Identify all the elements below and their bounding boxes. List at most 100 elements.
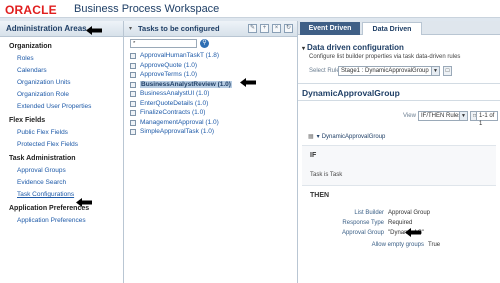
collapse-triangle-icon[interactable]: ▾	[317, 134, 320, 140]
add-icon[interactable]: +	[260, 24, 269, 33]
task-icon	[130, 119, 136, 126]
action-key: List Builder	[354, 210, 384, 216]
action-key: Approval Group	[341, 230, 384, 236]
action-key: Response Type	[342, 220, 384, 226]
data-driven-title-text: Data driven configuration	[307, 43, 404, 52]
tab-event-driven[interactable]: Event Driven	[300, 22, 360, 35]
arrow-pointer-icon	[240, 78, 256, 87]
nav-item-application-preferences[interactable]: Application Preferences	[0, 215, 123, 227]
task-list: ApprovalHumanTaskT (1.8) ApproveQuote (1…	[130, 51, 290, 137]
dropdown-arrow-icon: ▼	[431, 67, 439, 75]
nav-item-evidence-search[interactable]: Evidence Search	[0, 177, 123, 189]
then-block: THEN List Builder Approval Group Respons…	[302, 185, 496, 283]
rule-name: DynamicApprovalGroup	[321, 134, 386, 140]
nav-item-calendars[interactable]: Calendars	[0, 65, 123, 77]
nav-item-extended-user-properties[interactable]: Extended User Properties	[0, 101, 123, 113]
task-label: ApprovalHumanTaskT (1.8)	[140, 52, 219, 59]
task-item-enterquotedetails[interactable]: EnterQuoteDetails (1.0)	[130, 99, 290, 109]
configuration-panel: Event Driven Data Driven ▾ Data driven co…	[298, 21, 500, 283]
nav-item-organization-role[interactable]: Organization Role	[0, 89, 123, 101]
task-icon	[130, 62, 136, 69]
tasks-panel-header: ▾ Tasks to be configured ✎ + × ↻	[124, 21, 297, 37]
task-label: FinalizeContracts (1.0)	[140, 109, 206, 116]
left-panel-header: Administration Areas	[0, 21, 123, 37]
if-keyword: IF	[310, 152, 317, 159]
nav-item-protected-flex-fields[interactable]: Protected Flex Fields	[0, 139, 123, 151]
task-label: ApproveQuote (1.0)	[140, 61, 198, 69]
task-search: ⚲	[130, 39, 280, 49]
if-block: IF Task is Task	[302, 145, 496, 185]
left-panel-title: Administration Areas	[6, 24, 87, 33]
dropdown-arrow-icon: ▼	[459, 112, 467, 120]
divider	[298, 100, 500, 101]
task-item-businessanalystreview[interactable]: BusinessAnalystReview (1.0)	[130, 80, 290, 90]
ruleset-select-value: Stage1 : DynamicApprovalGroup	[341, 68, 429, 74]
task-icon	[130, 129, 136, 135]
nav-item-approval-groups[interactable]: Approval Groups	[0, 165, 123, 177]
task-label: ManagementApproval (1.0)	[140, 118, 219, 126]
arrow-pointer-icon	[405, 228, 421, 237]
ruleset-name: DynamicApprovalGroup	[302, 88, 400, 98]
ruleset-select[interactable]: Stage1 : DynamicApprovalGroup ▼	[338, 66, 440, 76]
action-value: True	[428, 242, 441, 248]
task-item-approvalhumantaskt[interactable]: ApprovalHumanTaskT (1.8)	[130, 51, 290, 61]
data-driven-subtitle: Configure list builder properties via ta…	[309, 54, 461, 60]
tasks-panel: ▾ Tasks to be configured ✎ + × ↻ ⚲ Appro…	[124, 21, 298, 283]
nav-item-organization-units[interactable]: Organization Units	[0, 77, 123, 89]
pager-select[interactable]: 1-1 of 1	[476, 111, 498, 127]
nav-item-public-flex-fields[interactable]: Public Flex Fields	[0, 127, 123, 139]
task-label: BusinessAnalystReview (1.0)	[140, 80, 232, 88]
task-item-approvequote[interactable]: ApproveQuote (1.0)	[130, 61, 290, 71]
rule-row[interactable]: ▦ ▾ DynamicApprovalGroup	[308, 133, 385, 140]
oracle-logo: ORACLE	[5, 3, 57, 17]
condition-text: Task is Task	[310, 172, 343, 178]
task-item-managementapproval[interactable]: ManagementApproval (1.0)	[130, 118, 290, 128]
task-toolbar: ✎ + × ↻	[248, 24, 293, 33]
app-header: ORACLE Business Process Workspace	[0, 0, 500, 18]
divider	[298, 83, 500, 84]
nav-item-roles[interactable]: Roles	[0, 53, 123, 65]
nav-item-task-configurations[interactable]: Task Configurations	[0, 189, 123, 201]
search-icon[interactable]: ⚲	[200, 39, 209, 48]
task-item-finalizecontracts[interactable]: FinalizeContracts (1.0)	[130, 108, 290, 118]
section-flex-fields: Flex Fields	[9, 117, 46, 124]
action-key: Allow empty groups	[371, 242, 424, 248]
tab-bar: Event Driven Data Driven	[298, 21, 500, 35]
action-value: Approval Group	[388, 210, 431, 216]
task-icon	[130, 91, 136, 97]
task-label: BusinessAnalystUI (1.0)	[140, 90, 210, 97]
task-search-input[interactable]	[130, 39, 197, 48]
task-icon	[130, 72, 136, 78]
task-item-simpleapprovaltask[interactable]: SimpleApprovalTask (1.0)	[130, 127, 290, 137]
pager-value: 1-1 of 1	[479, 113, 495, 127]
refresh-icon[interactable]: ↻	[284, 24, 293, 33]
action-value: Required	[388, 220, 413, 226]
rule-icon: ▦	[308, 134, 314, 140]
administration-areas-panel: Administration Areas Organization Roles …	[0, 21, 124, 283]
view-select-value: IF/THEN Rules	[421, 113, 462, 119]
task-icon	[130, 110, 136, 116]
task-icon	[130, 53, 136, 59]
tasks-panel-title: Tasks to be configured	[138, 24, 220, 33]
data-driven-title: ▾ Data driven configuration	[302, 43, 404, 52]
app-title: Business Process Workspace	[74, 3, 220, 15]
section-task-administration: Task Administration	[9, 155, 76, 162]
tab-data-driven[interactable]: Data Driven	[362, 22, 422, 35]
collapse-triangle-icon[interactable]: ▾	[302, 46, 305, 52]
delete-icon[interactable]: ×	[272, 24, 281, 33]
task-label: SimpleApprovalTask (1.0)	[140, 128, 215, 135]
pencil-icon[interactable]: ✎	[248, 24, 257, 33]
arrow-pointer-icon	[86, 26, 102, 35]
view-label: View	[403, 113, 416, 119]
ruleset-button[interactable]: □	[443, 66, 452, 76]
arrow-pointer-icon	[76, 198, 92, 207]
section-application-preferences: Application Preferences	[9, 205, 90, 212]
then-keyword: THEN	[310, 192, 330, 199]
task-icon	[130, 100, 136, 107]
task-label: ApproveTerms (1.0)	[140, 71, 198, 78]
task-item-approveterms[interactable]: ApproveTerms (1.0)	[130, 70, 290, 80]
view-select[interactable]: IF/THEN Rules ▼	[418, 111, 468, 121]
collapse-triangle-icon[interactable]: ▾	[129, 25, 132, 32]
task-item-businessanalystui[interactable]: BusinessAnalystUI (1.0)	[130, 89, 290, 99]
task-label: EnterQuoteDetails (1.0)	[140, 99, 209, 107]
